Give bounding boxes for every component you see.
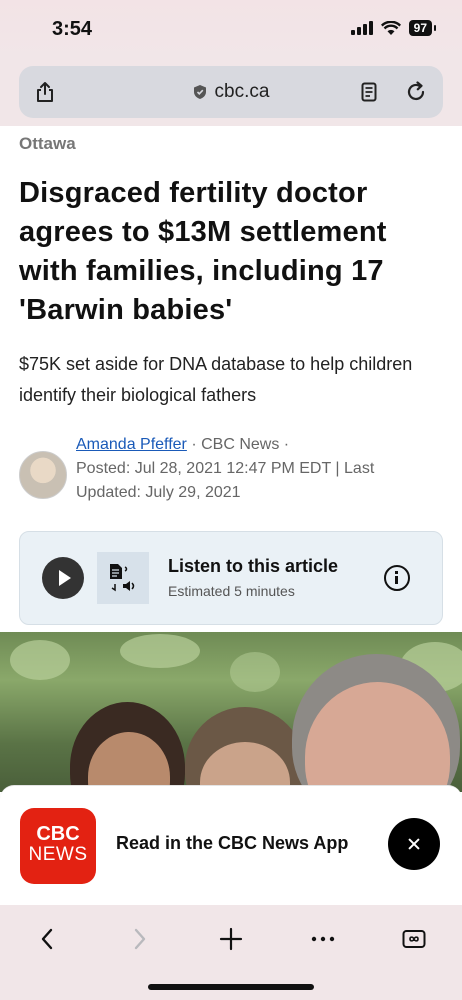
plus-icon (219, 927, 243, 951)
text-to-speech-icon (97, 552, 149, 604)
article-headline: Disgraced fertility doctor agrees to $13… (19, 177, 387, 326)
battery-indicator: 97 (408, 20, 437, 36)
status-bar: 3:54 97 (0, 0, 462, 60)
article-photo[interactable] (0, 632, 462, 792)
shield-icon (193, 85, 206, 99)
section-label[interactable]: Ottawa (19, 134, 443, 154)
wifi-icon (380, 20, 401, 35)
byline-outlet: · CBC News · (191, 436, 290, 453)
status-icons: 97 (350, 20, 437, 36)
back-button[interactable] (27, 919, 67, 959)
url-display[interactable]: cbc.ca (193, 81, 270, 103)
author-avatar[interactable] (19, 451, 67, 499)
tabs-button[interactable] (394, 919, 434, 959)
more-button[interactable] (303, 919, 343, 959)
author-link[interactable]: Amanda Pfeffer (76, 436, 187, 453)
browser-toolbar (0, 905, 462, 1000)
close-button[interactable] (388, 818, 440, 870)
article-deck: $75K set aside for DNA database to help … (19, 354, 413, 405)
status-time: 3:54 (52, 18, 93, 40)
more-icon (311, 936, 335, 942)
open-app-text[interactable]: Read in the CBC News App (116, 833, 348, 854)
byline-dates: Posted: Jul 28, 2021 12:47 PM EDT | Last… (76, 460, 375, 501)
address-bar[interactable]: cbc.ca (19, 66, 443, 118)
article: Ottawa Disgraced fertility doctor agrees… (19, 126, 443, 625)
play-button[interactable] (42, 557, 84, 599)
chevron-left-icon (41, 928, 53, 950)
new-tab-button[interactable] (211, 919, 251, 959)
byline-text: Amanda Pfeffer · CBC News · Posted: Jul … (76, 433, 416, 505)
logo-line1: CBC (36, 823, 80, 845)
info-icon[interactable] (384, 565, 410, 591)
byline: Amanda Pfeffer · CBC News · Posted: Jul … (19, 436, 443, 505)
address-bar-area: cbc.ca (0, 60, 462, 126)
listen-subtitle: Estimated 5 minutes (168, 583, 295, 599)
chevron-right-icon (134, 928, 146, 950)
cbc-news-logo[interactable]: CBC NEWS (20, 808, 96, 884)
listen-title[interactable]: Listen to this article (168, 556, 338, 577)
listen-widget: Listen to this article Estimated 5 minut… (19, 531, 443, 625)
reader-icon[interactable] (361, 82, 377, 102)
share-icon[interactable] (35, 81, 55, 103)
app-banner: CBC NEWS Read in the CBC News App (0, 785, 462, 905)
logo-line2: NEWS (28, 844, 88, 865)
reload-icon[interactable] (405, 81, 427, 103)
home-indicator (148, 984, 314, 990)
url-text: cbc.ca (214, 81, 270, 102)
tabs-icon (402, 930, 426, 948)
cellular-signal-icon (350, 21, 373, 35)
forward-button[interactable] (120, 919, 160, 959)
